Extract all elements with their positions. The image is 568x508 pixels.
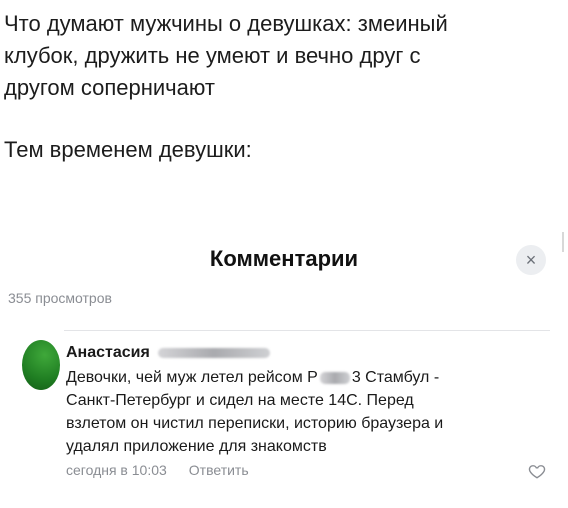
avatar[interactable] — [22, 340, 60, 390]
post-line: другом соперничают — [4, 75, 215, 100]
comment-text: Санкт-Петербург и сидел на месте 14С. Пе… — [66, 392, 414, 409]
comment-text: 3 Стамбул - — [351, 369, 440, 386]
comments-panel-title: Комментарии — [209, 246, 359, 271]
heart-outline-icon[interactable] — [528, 462, 546, 480]
post-line: Тем временем девушки: — [4, 137, 252, 162]
comment-text: взлетом он чистил переписки, историю бра… — [66, 415, 444, 432]
post-text: Что думают мужчины о девушках: змеиный к… — [4, 8, 560, 166]
comment-body: Девочки, чей муж летел рейсом Р 3 Стамбул… — [66, 366, 536, 458]
comment: Анастасия Девочки, чей муж летел рейсом … — [66, 344, 536, 478]
divider — [64, 330, 550, 331]
comment-timestamp: сегодня в 10:03 — [66, 462, 167, 478]
redacted-flight-number — [319, 371, 350, 384]
post-line: клубок, дружить не умеют и вечно друг с — [4, 43, 421, 68]
reply-button[interactable]: Ответить — [189, 462, 249, 478]
views-count: 355 просмотров — [8, 290, 112, 306]
comment-author[interactable]: Анастасия — [66, 344, 150, 362]
comment-text: удалял приложение для знакомств — [66, 438, 327, 455]
close-icon[interactable]: × — [516, 245, 546, 275]
comment-text: Девочки, чей муж летел рейсом Р — [66, 369, 318, 386]
redacted-surname — [157, 348, 270, 358]
post-line: Что думают мужчины о девушках: змеиный — [4, 11, 448, 36]
